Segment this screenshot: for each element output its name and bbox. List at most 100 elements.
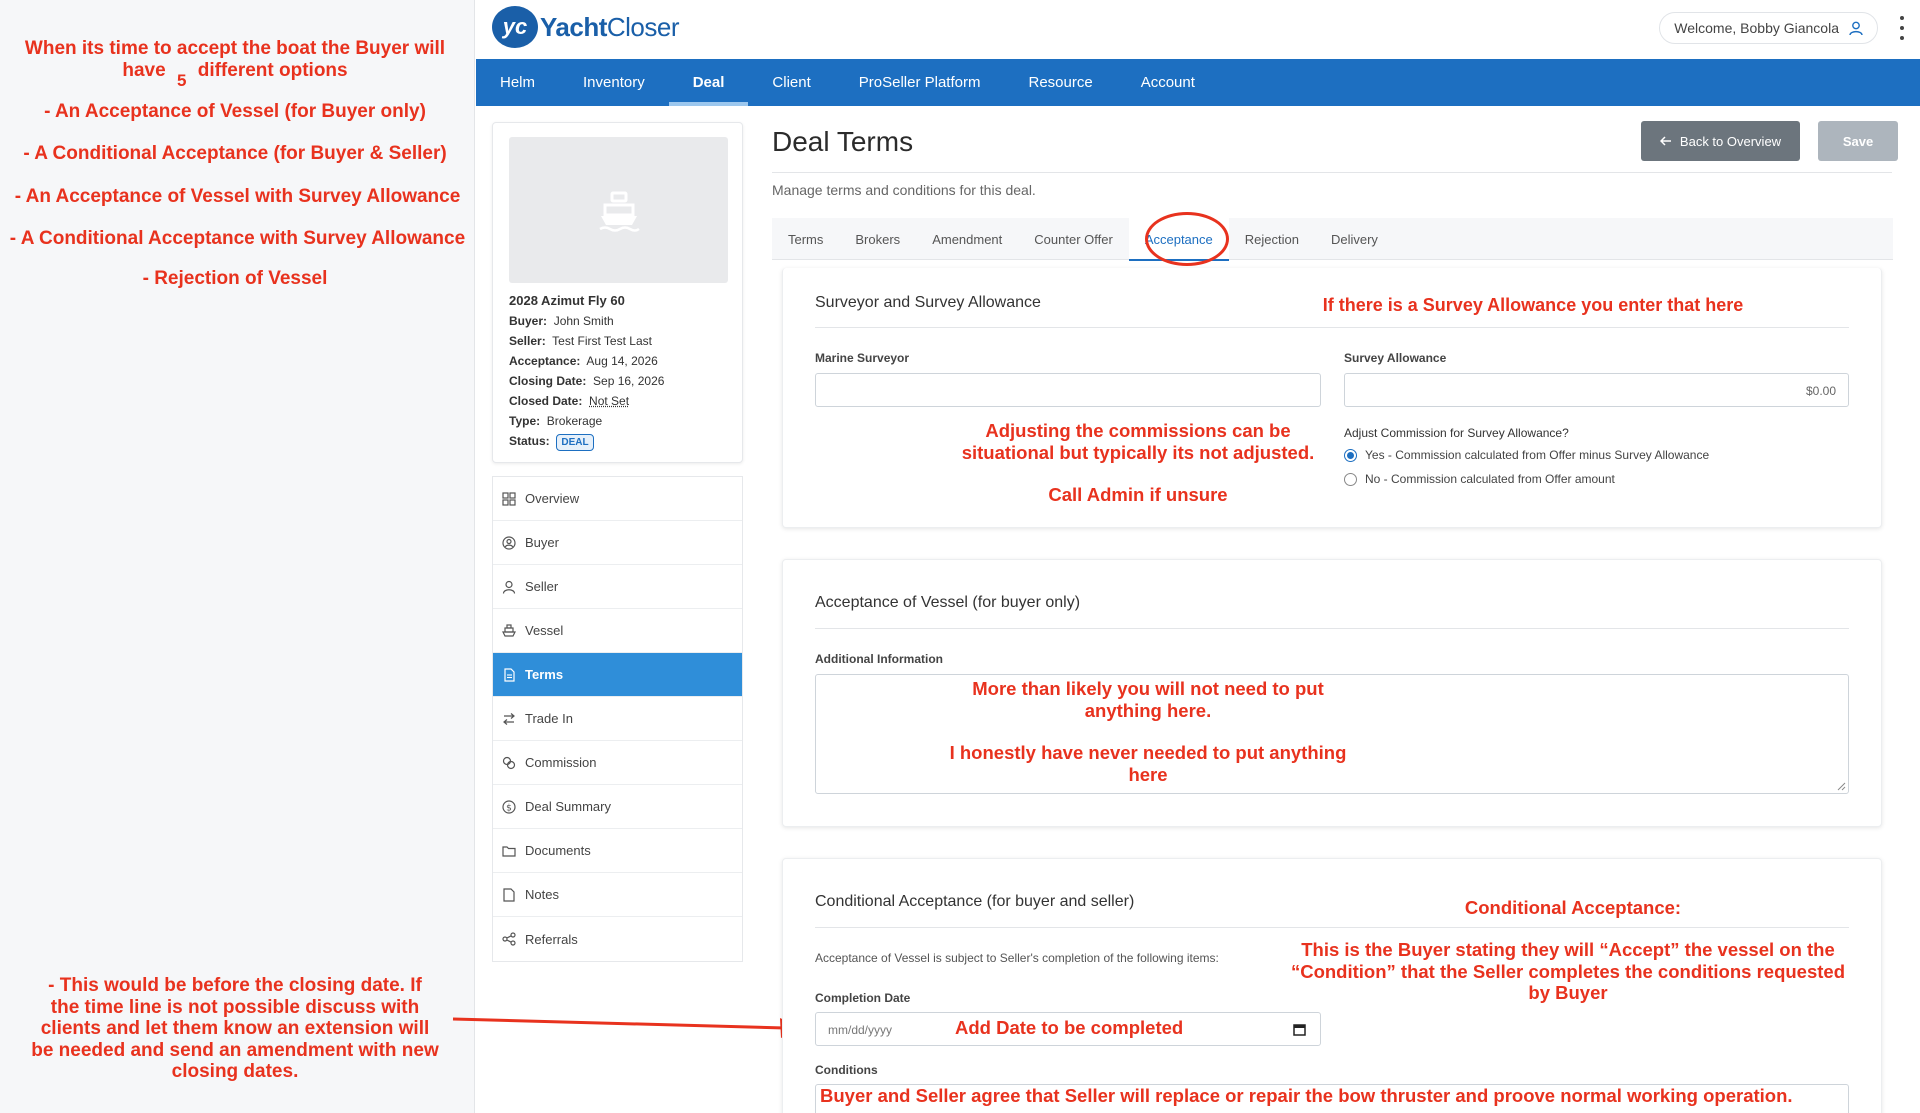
deal-closing-date: Closing Date: Sep 16, 2026 bbox=[509, 371, 664, 391]
side-item-label: Vessel bbox=[525, 623, 564, 638]
annotation-option-5: - Rejection of Vessel bbox=[142, 268, 328, 289]
side-item-label: Terms bbox=[525, 667, 564, 682]
annotation-text: be needed and send an amendment with new bbox=[31, 1039, 439, 1061]
annotation-survey-note: If there is a Survey Allowance you enter… bbox=[1322, 295, 1744, 315]
annotation-text: here bbox=[1128, 764, 1168, 785]
survey-allowance-label: Survey Allowance bbox=[1344, 351, 1447, 365]
field-label: Seller: bbox=[509, 334, 546, 348]
logo-text-bold: Yacht bbox=[540, 11, 607, 42]
nav-helm[interactable]: Helm bbox=[476, 59, 559, 106]
marine-surveyor-label: Marine Surveyor bbox=[815, 351, 910, 365]
nav-resource[interactable]: Resource bbox=[1004, 59, 1116, 106]
side-item-terms[interactable]: Terms bbox=[493, 653, 742, 697]
annotation-text: the time line is not possible discuss wi… bbox=[50, 996, 420, 1018]
nav-account[interactable]: Account bbox=[1117, 59, 1219, 106]
field-label: Closed Date: bbox=[509, 394, 583, 408]
survey-allowance-input[interactable]: $0.00 bbox=[1344, 373, 1849, 407]
deal-side-menu: Overview Buyer Seller Vessel Terms Trade… bbox=[492, 476, 743, 962]
main-nav: Helm Inventory Deal Client ProSeller Pla… bbox=[476, 59, 1920, 106]
annotation-text: closing dates. bbox=[171, 1061, 299, 1082]
annotation-line: have 5 different options bbox=[10, 60, 460, 90]
deal-status: Status: DEAL bbox=[509, 431, 664, 451]
conditional-card-title: Conditional Acceptance (for buyer and se… bbox=[815, 893, 1135, 910]
annotation-option-4: - A Conditional Acceptance with Survey A… bbox=[9, 228, 466, 249]
field-value: Aug 14, 2026 bbox=[586, 354, 658, 368]
annotation-text: When its time to accept the boat the Buy… bbox=[24, 38, 446, 59]
tab-rejection[interactable]: Rejection bbox=[1229, 218, 1315, 260]
annotation-panel: When its time to accept the boat the Buy… bbox=[0, 0, 475, 1113]
annotation-additional-note: More than likely you will not need to pu… bbox=[913, 678, 1383, 786]
back-button-label: Back to Overview bbox=[1679, 133, 1782, 149]
vessel-image-placeholder bbox=[509, 137, 728, 283]
annotation-text: I honestly have never needed to put anyt… bbox=[949, 742, 1347, 763]
field-label: Type: bbox=[509, 414, 541, 428]
annotation-date-note: Add Date to be completed bbox=[955, 1017, 1184, 1038]
side-item-label: Seller bbox=[525, 579, 559, 594]
conditions-label: Conditions bbox=[815, 1063, 878, 1077]
ship-icon bbox=[501, 623, 517, 639]
side-item-buyer[interactable]: Buyer bbox=[493, 521, 742, 565]
calendar-icon[interactable] bbox=[1293, 1023, 1306, 1036]
conditions-textarea[interactable]: Buyer and Seller agree that Seller will … bbox=[815, 1084, 1849, 1113]
save-button[interactable]: Save bbox=[1818, 121, 1898, 161]
side-item-label: Trade In bbox=[525, 711, 573, 726]
side-item-trade-in[interactable]: Trade In bbox=[493, 697, 742, 741]
nav-deal[interactable]: Deal bbox=[668, 59, 749, 106]
field-value: John Smith bbox=[553, 314, 614, 328]
tab-terms[interactable]: Terms bbox=[772, 218, 839, 260]
side-item-documents[interactable]: Documents bbox=[493, 829, 742, 873]
annotation-commission-note: Adjusting the commissions can be situati… bbox=[948, 420, 1328, 506]
back-to-overview-button[interactable]: Back to Overview bbox=[1641, 121, 1800, 161]
annotation-circle bbox=[1145, 212, 1229, 266]
page-title: Deal Terms bbox=[772, 126, 914, 157]
side-item-overview[interactable]: Overview bbox=[493, 477, 742, 521]
user-menu[interactable]: Welcome, Bobby Giancola bbox=[1659, 12, 1878, 44]
side-item-deal-summary[interactable]: $ Deal Summary bbox=[493, 785, 742, 829]
side-item-vessel[interactable]: Vessel bbox=[493, 609, 742, 653]
deal-type: Type: Brokerage bbox=[509, 411, 664, 431]
boat-icon bbox=[598, 191, 640, 232]
acceptance-card: Acceptance of Vessel (for buyer only) Ad… bbox=[782, 559, 1882, 827]
deal-summary-card: 2028 Azimut Fly 60 Buyer: John Smith Sel… bbox=[492, 122, 743, 463]
tab-amendment[interactable]: Amendment bbox=[916, 218, 1018, 260]
tab-delivery[interactable]: Delivery bbox=[1315, 218, 1394, 260]
nav-client[interactable]: Client bbox=[748, 59, 834, 106]
annotation-text: have bbox=[122, 60, 166, 81]
side-item-referrals[interactable]: Referrals bbox=[493, 917, 742, 961]
tab-counter-offer[interactable]: Counter Offer bbox=[1018, 218, 1129, 260]
more-options-icon[interactable] bbox=[1892, 16, 1912, 40]
radio-commission-no[interactable]: No - Commission calculated from Offer am… bbox=[1344, 472, 1615, 486]
nav-inventory[interactable]: Inventory bbox=[559, 59, 669, 106]
annotation-text: Adjusting the commissions can be bbox=[985, 420, 1291, 441]
yachtcloser-logo[interactable]: yc YachtCloser bbox=[492, 6, 680, 48]
side-item-seller[interactable]: Seller bbox=[493, 565, 742, 609]
side-item-commission[interactable]: Commission bbox=[493, 741, 742, 785]
resize-handle-icon bbox=[1837, 782, 1846, 791]
deal-acceptance: Acceptance: Aug 14, 2026 bbox=[509, 351, 664, 371]
marine-surveyor-input[interactable] bbox=[815, 373, 1321, 407]
survey-card: Surveyor and Survey Allowance If there i… bbox=[782, 268, 1882, 528]
share-icon bbox=[501, 931, 517, 947]
card-divider bbox=[815, 628, 1849, 629]
dollar-circle-icon: $ bbox=[501, 799, 517, 815]
side-item-notes[interactable]: Notes bbox=[493, 873, 742, 917]
arrow-left-icon bbox=[1659, 136, 1671, 146]
additional-information-label: Additional Information bbox=[815, 652, 943, 666]
completion-date-label: Completion Date bbox=[815, 991, 911, 1005]
deal-closed-date: Closed Date: Not Set bbox=[509, 391, 664, 411]
nav-proseller-platform[interactable]: ProSeller Platform bbox=[835, 59, 1005, 106]
title-divider bbox=[772, 172, 1892, 173]
radio-button[interactable] bbox=[1344, 472, 1357, 486]
radio-commission-yes[interactable]: Yes - Commission calculated from Offer m… bbox=[1344, 448, 1709, 462]
tab-brokers[interactable]: Brokers bbox=[839, 218, 916, 260]
swap-arrows-icon bbox=[501, 711, 517, 727]
page-subtitle: Manage terms and conditions for this dea… bbox=[772, 182, 1036, 198]
adjust-commission-question: Adjust Commission for Survey Allowance? bbox=[1344, 426, 1569, 440]
logo-badge: yc bbox=[492, 6, 538, 48]
radio-button[interactable] bbox=[1344, 448, 1357, 462]
document-icon bbox=[501, 667, 517, 683]
field-label: Status: bbox=[509, 434, 550, 448]
svg-text:$: $ bbox=[506, 803, 512, 813]
field-value: Not Set bbox=[589, 394, 630, 408]
card-divider bbox=[815, 327, 1849, 328]
